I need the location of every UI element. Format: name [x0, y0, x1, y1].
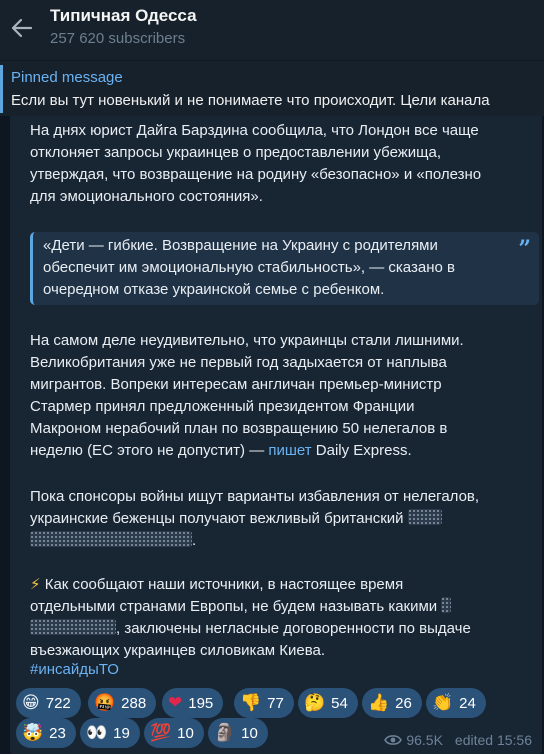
eyes-icon: 👀	[86, 722, 108, 743]
quote-line: обеспечит им эмоциональную стабильность»…	[43, 259, 455, 276]
message-bubble: На днях юрист Дайга Барздина сообщила, ч…	[10, 116, 542, 754]
reaction-cursing[interactable]: 🤬 288	[88, 688, 157, 718]
message-meta: 96.5K edited 15:56	[384, 732, 532, 748]
spoiler-text[interactable]	[441, 597, 452, 613]
pinned-label: Pinned message	[11, 69, 123, 86]
reaction-count: 23	[49, 724, 66, 742]
post-text-line: отклоняет запросы украинцев о предоставл…	[30, 144, 442, 161]
reaction-count: 19	[113, 724, 130, 742]
reaction-moai[interactable]: 🗿 10	[208, 718, 268, 748]
reaction-eyes[interactable]: 👀 19	[80, 718, 140, 748]
post-text-fragment: Daily Express.	[311, 442, 412, 459]
reaction-heart[interactable]: ❤ 195	[162, 688, 224, 718]
post-text-line: отдельными странами Европы, не будем наз…	[30, 596, 452, 618]
reaction-count: 10	[241, 724, 258, 742]
reaction-count: 722	[45, 694, 71, 712]
source-link[interactable]: пишет	[268, 442, 311, 459]
post-text-line: , заключены негласные договоренности по …	[30, 618, 471, 640]
grinning-face-icon: 😁	[22, 692, 40, 713]
reaction-thumbs-up[interactable]: 👍 26	[362, 688, 422, 718]
pinned-message-bar[interactable]: Pinned message Если вы тут новенький и н…	[0, 60, 544, 116]
spoiler-text[interactable]	[407, 509, 442, 525]
reaction-count: 10	[177, 724, 194, 742]
thinking-face-icon: 🤔	[304, 692, 326, 713]
red-heart-icon: ❤	[168, 692, 183, 713]
reaction-count: 195	[188, 694, 214, 712]
reaction-count: 24	[459, 694, 476, 712]
back-arrow-icon	[11, 18, 33, 38]
post-text-line: Пока спонсоры войны ищут варианты избавл…	[30, 488, 480, 505]
quote-mark-icon: ”	[518, 236, 531, 262]
post-text-line: для эмоционального состояния».	[30, 188, 263, 205]
post-text-line: На самом деле неудивительно, что украинц…	[30, 332, 464, 349]
thumbs-up-icon: 👍	[368, 692, 390, 713]
post-text-line: На днях юрист Дайга Барздина сообщила, ч…	[30, 122, 479, 139]
post-text-line: утверждая, что возвращение на родину «бе…	[30, 166, 482, 183]
hashtag-link[interactable]: #инсайдыТО	[30, 661, 119, 678]
post-text-fragment: , заключены негласные договоренности по …	[116, 620, 471, 637]
subscriber-count: 257 620 subscribers	[50, 30, 186, 47]
post-text-line: Макроном нерабочий план по возвращению 5…	[30, 420, 448, 437]
blockquote: «Дети — гибкие. Возвращение на Украину с…	[30, 232, 539, 305]
exploding-head-icon: 🤯	[22, 722, 44, 743]
post-text-line: ⚡ Как сообщают наши источники, в настоящ…	[30, 574, 403, 596]
reaction-exploding-head[interactable]: 🤯 23	[16, 718, 76, 748]
reaction-count: 54	[331, 694, 348, 712]
post-text-line: Стармер принял предложенный президентом …	[30, 398, 415, 415]
pinned-indicator	[0, 65, 3, 113]
clapping-hands-icon: 👏	[432, 692, 454, 713]
quote-line: «Дети — гибкие. Возвращение на Украину с…	[43, 237, 438, 254]
post-text-line: въезжающих украинцев силовикам Киева.	[30, 642, 326, 659]
reaction-thumbs-down[interactable]: 👎 77	[234, 688, 294, 718]
reaction-grinning[interactable]: 😁 722	[16, 688, 81, 718]
pinned-text: Если вы тут новенький и не понимаете что…	[11, 92, 490, 109]
quote-line: очередном отказе украинской семье с ребе…	[43, 281, 385, 298]
reaction-count: 77	[267, 694, 284, 712]
view-count: 96.5K	[406, 732, 443, 748]
edited-timestamp: edited 15:56	[454, 732, 532, 748]
post-text-line: неделю (ЕС этого не допустит) — пишет Da…	[30, 440, 412, 462]
post-text-line: мигрантов. Вопреки интересам англичан пр…	[30, 376, 442, 393]
channel-header: Типичная Одесса 257 620 subscribers	[0, 0, 544, 60]
post-text-line: .	[30, 530, 196, 552]
spoiler-text[interactable]	[30, 619, 116, 635]
post-text-fragment: .	[192, 532, 197, 549]
thumbs-down-icon: 👎	[240, 692, 262, 713]
reaction-clapping[interactable]: 👏 24	[426, 688, 486, 718]
post-text-line: украинские беженцы получают вежливый бри…	[30, 508, 442, 530]
eye-icon	[384, 735, 403, 745]
reaction-thinking[interactable]: 🤔 54	[298, 688, 358, 718]
channel-title[interactable]: Типичная Одесса	[50, 6, 197, 26]
post-text-fragment: украинские беженцы получают вежливый бри…	[30, 510, 408, 527]
moai-icon: 🗿	[214, 722, 236, 743]
reaction-hundred[interactable]: 💯 10	[144, 718, 204, 748]
post-text-fragment: отдельными странами Европы, не будем наз…	[30, 598, 442, 615]
cursing-face-icon: 🤬	[94, 692, 116, 713]
reaction-count: 288	[121, 694, 147, 712]
reaction-count: 26	[395, 694, 412, 712]
post-text-fragment: Как сообщают наши источники, в настоящее…	[40, 576, 404, 593]
lightning-icon: ⚡	[30, 576, 41, 593]
hundred-points-icon: 💯	[150, 722, 172, 743]
back-button[interactable]	[2, 8, 42, 48]
spoiler-text[interactable]	[30, 531, 192, 547]
post-text-fragment: неделю (ЕС этого не допустит) —	[30, 442, 269, 459]
post-text-line: Великобритания уже не первый год задыхае…	[30, 354, 447, 371]
